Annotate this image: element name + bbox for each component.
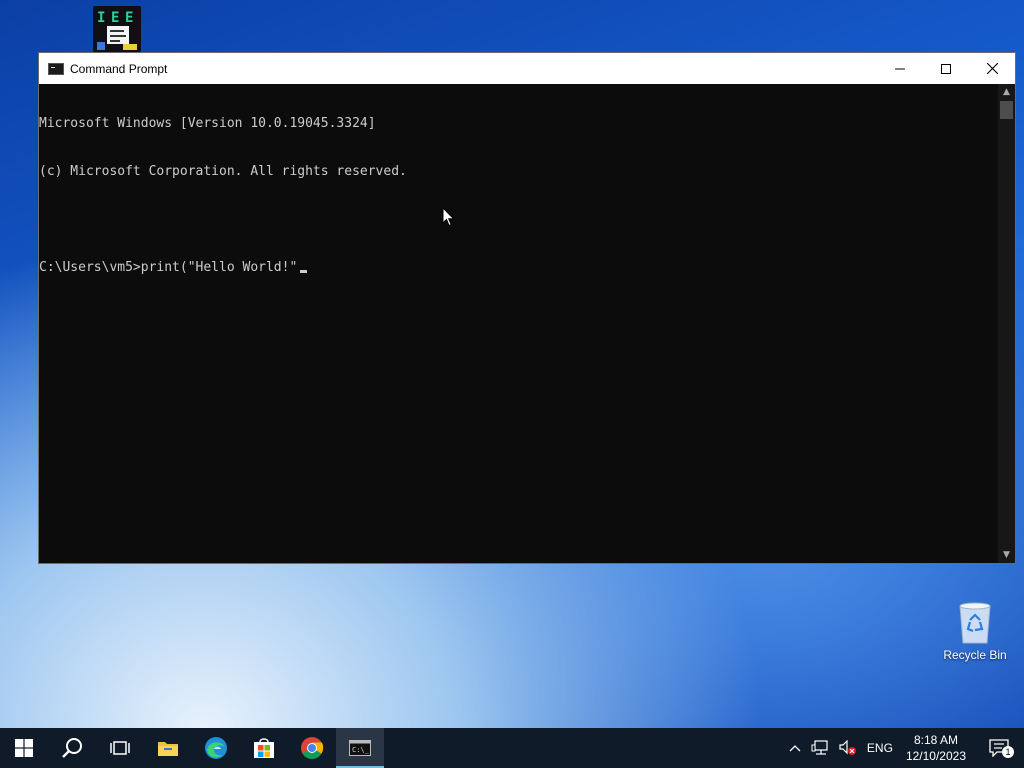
action-center-button[interactable]: 1 <box>974 728 1024 768</box>
window-title: Command Prompt <box>70 61 168 76</box>
file-explorer-icon <box>158 742 178 756</box>
volume-button[interactable] <box>834 728 862 768</box>
task-view-button[interactable] <box>96 728 144 768</box>
minimize-button[interactable] <box>877 53 923 84</box>
language-indicator[interactable]: ENG <box>862 728 898 768</box>
recycle-bin-label: Recycle Bin <box>943 648 1007 662</box>
show-hidden-icons-button[interactable] <box>784 728 806 768</box>
svg-text:C:\_: C:\_ <box>352 746 370 754</box>
window-titlebar[interactable]: Command Prompt <box>39 53 1015 84</box>
svg-text:E: E <box>125 10 133 26</box>
search-button[interactable] <box>48 728 96 768</box>
system-tray: ENG 8:18 AM 12/10/2023 1 <box>784 728 1024 768</box>
console-output[interactable]: Microsoft Windows [Version 10.0.19045.33… <box>39 84 998 563</box>
command-prompt-window[interactable]: Command Prompt Microsoft Windows [Versio… <box>38 52 1016 564</box>
svg-text:I: I <box>97 10 105 26</box>
volume-muted-icon <box>839 740 856 755</box>
desktop-icon-recycle-bin[interactable]: Recycle Bin <box>938 600 1012 662</box>
svg-text:E: E <box>111 10 119 26</box>
mouse-pointer-icon <box>442 206 456 231</box>
notification-count-badge: 1 <box>1002 746 1014 758</box>
scroll-down-arrow-icon[interactable]: ▼ <box>998 547 1015 563</box>
vertical-scrollbar[interactable]: ▲ ▼ <box>998 84 1015 563</box>
scrollbar-thumb[interactable] <box>1000 101 1013 119</box>
start-button[interactable] <box>0 728 48 768</box>
store-icon <box>254 738 274 758</box>
maximize-button[interactable] <box>923 53 969 84</box>
maximize-icon <box>941 63 951 74</box>
ide-app-icon: I E E <box>93 6 141 52</box>
taskbar: C:\_ ENG 8:18 AM 12/10/2023 1 <box>0 728 1024 768</box>
chrome-icon <box>301 737 324 759</box>
clock-time: 8:18 AM <box>913 733 958 747</box>
clock-date: 12/10/2023 <box>905 749 966 763</box>
clock[interactable]: 8:18 AM 12/10/2023 <box>898 728 974 768</box>
console-line: (c) Microsoft Corporation. All rights re… <box>39 164 407 179</box>
task-view-icon <box>110 741 130 755</box>
close-icon <box>986 63 998 74</box>
search-icon <box>62 738 82 758</box>
edge-icon <box>205 737 227 759</box>
edge-button[interactable] <box>192 728 240 768</box>
console-input-line[interactable]: C:\Users\vm5>print("Hello World!" <box>39 260 998 276</box>
file-explorer-button[interactable] <box>144 728 192 768</box>
text-cursor <box>300 270 308 273</box>
minimize-icon <box>895 68 905 69</box>
windows-logo-icon <box>15 739 33 757</box>
network-button[interactable] <box>806 728 834 768</box>
recycle-bin-icon <box>957 600 993 644</box>
scroll-up-arrow-icon[interactable]: ▲ <box>998 84 1015 100</box>
command-prompt-taskbar-button[interactable]: C:\_ <box>336 728 384 768</box>
store-button[interactable] <box>240 728 288 768</box>
close-button[interactable] <box>969 53 1015 84</box>
console-line: Microsoft Windows [Version 10.0.19045.33… <box>39 116 376 131</box>
command-prompt-app-icon <box>48 62 64 75</box>
command-prompt-icon: C:\_ <box>349 740 371 756</box>
chrome-button[interactable] <box>288 728 336 768</box>
console-prompt-text: C:\Users\vm5>print("Hello World!" <box>39 260 298 275</box>
desktop-icon-ide[interactable]: I E E <box>90 6 144 54</box>
network-icon <box>811 740 828 755</box>
chevron-up-icon <box>789 745 801 752</box>
